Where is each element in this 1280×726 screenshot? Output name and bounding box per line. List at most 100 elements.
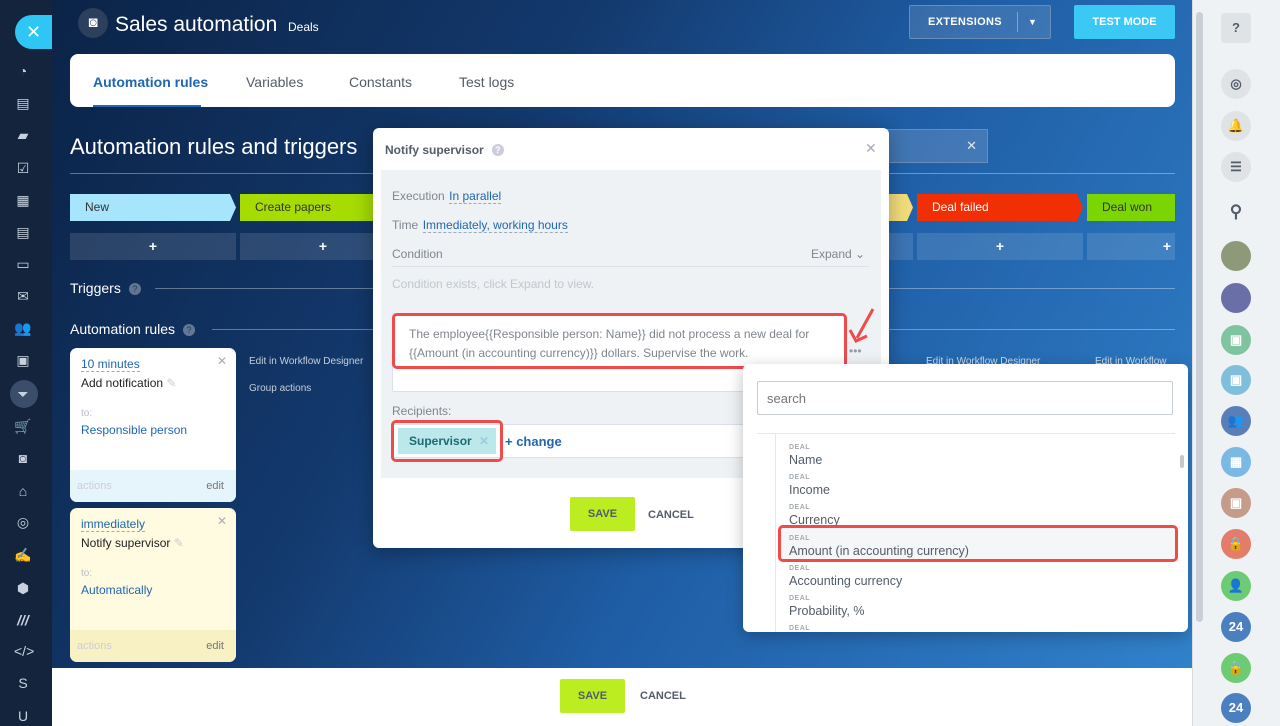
close-icon[interactable]: ✕ xyxy=(865,140,877,157)
tab-test-logs[interactable]: Test logs xyxy=(459,74,514,90)
field-item[interactable]: DEAL Income xyxy=(789,469,1169,499)
group-actions-link[interactable]: Group actions xyxy=(249,383,311,394)
tab-constants[interactable]: Constants xyxy=(349,74,412,90)
test-mode-button[interactable]: TEST MODE xyxy=(1074,5,1175,39)
close-icon[interactable]: ✕ xyxy=(217,514,227,528)
feed-icon[interactable]: ▤ xyxy=(14,94,32,112)
pencil-icon[interactable]: ✎ xyxy=(174,536,184,550)
edit-link[interactable]: edit xyxy=(206,480,224,492)
open-channels-icon[interactable]: ◎ xyxy=(1221,69,1251,99)
pencil-icon[interactable]: ✎ xyxy=(166,376,176,390)
avatar[interactable] xyxy=(1221,241,1251,271)
lock-icon[interactable]: 🔒 xyxy=(1221,529,1251,559)
field-item-selected[interactable]: DEAL Amount (in accounting currency) xyxy=(789,530,1169,560)
message-text[interactable]: The employee{{Responsible person: Name}}… xyxy=(392,313,847,369)
page-title: Automation rules and triggers xyxy=(70,134,358,159)
chat-icon[interactable]: ☰ xyxy=(1221,152,1251,182)
save-button[interactable]: SAVE xyxy=(560,679,625,713)
bell-icon[interactable]: 🔔 xyxy=(1221,111,1251,141)
card-to-label: to: xyxy=(81,408,93,419)
expand-button[interactable]: Expand ⌄ xyxy=(811,247,865,261)
crm-funnel-icon[interactable]: ⏷ xyxy=(14,385,32,403)
tasks-icon[interactable]: ☑ xyxy=(14,159,32,177)
robot-icon[interactable]: ◙ xyxy=(14,449,32,467)
user-icon[interactable]: 👤 xyxy=(1221,571,1251,601)
add-trigger-button[interactable]: + xyxy=(1087,233,1175,260)
sites-icon[interactable]: ◔ xyxy=(14,62,32,80)
scrollbar[interactable] xyxy=(1180,455,1184,468)
automation-card[interactable]: 10 minutes ✕ Add notification ✎ to: Resp… xyxy=(70,348,236,502)
bitrix24-badge[interactable]: 24 xyxy=(1221,693,1251,723)
tab-automation-rules[interactable]: Automation rules xyxy=(93,74,208,90)
field-picker-popup: DEALName DEALIncome DEALCurrency DEALAmo… xyxy=(743,364,1188,632)
s-letter-icon[interactable]: S xyxy=(14,674,32,692)
extensions-button[interactable]: EXTENSIONS ▼ xyxy=(909,5,1051,39)
execution-select[interactable]: In parallel xyxy=(449,189,502,204)
mail-icon[interactable]: ✉ xyxy=(14,287,32,305)
filter-field[interactable]: ✕ xyxy=(880,129,988,163)
card-to-label: to: xyxy=(81,568,93,579)
contact-card-icon[interactable]: ▣ xyxy=(1221,325,1251,355)
chevron-down-icon: ⌄ xyxy=(855,247,866,261)
chevron-down-icon[interactable]: ▼ xyxy=(1028,6,1037,38)
page-scrollbar[interactable] xyxy=(1196,12,1203,622)
recipient-tag[interactable]: Supervisor ✕ xyxy=(398,428,496,454)
field-item[interactable]: DEAL Name xyxy=(789,439,1169,469)
breadcrumb[interactable]: Deals xyxy=(288,20,319,34)
search-input[interactable] xyxy=(757,381,1173,415)
stage-deal-failed[interactable]: Deal failed xyxy=(917,194,1083,221)
remove-icon[interactable]: ✕ xyxy=(479,428,489,454)
chat-icon[interactable]: ▰ xyxy=(14,126,32,144)
field-label: Accounting currency xyxy=(789,574,903,588)
card-delay[interactable]: immediately xyxy=(81,517,146,532)
tab-variables[interactable]: Variables xyxy=(246,74,303,90)
add-trigger-button[interactable]: + xyxy=(917,233,1083,260)
close-slider-button[interactable]: ✕ xyxy=(15,15,52,49)
cancel-button[interactable]: CANCEL xyxy=(648,509,694,521)
field-item[interactable]: DEAL xyxy=(789,620,1169,632)
cancel-button[interactable]: CANCEL xyxy=(640,690,686,702)
add-trigger-button[interactable]: + xyxy=(70,233,236,260)
contact-card-icon[interactable]: ▣ xyxy=(1221,365,1251,395)
stage-deal-won[interactable]: Deal won xyxy=(1087,194,1175,221)
help-icon[interactable]: ? xyxy=(1221,13,1251,43)
card-delay[interactable]: 10 minutes xyxy=(81,357,140,372)
help-icon[interactable]: ? xyxy=(183,324,196,336)
store-icon[interactable]: ⌂ xyxy=(14,482,32,500)
clear-icon[interactable]: ✕ xyxy=(966,138,977,153)
time-select[interactable]: Immediately, working hours xyxy=(422,218,568,233)
sign-icon[interactable]: ✍ xyxy=(14,546,32,564)
drive-icon[interactable]: ▭ xyxy=(14,255,32,273)
lock-icon[interactable]: 🔒 xyxy=(1221,653,1251,683)
change-recipients-link[interactable]: + change xyxy=(505,434,562,449)
edit-in-designer-link[interactable]: Edit in Workflow Designer xyxy=(249,356,363,367)
automation-card[interactable]: immediately ✕ Notify supervisor ✎ to: Au… xyxy=(70,508,236,662)
help-icon[interactable]: ? xyxy=(491,144,504,156)
shop-cart-icon[interactable]: 🛒 xyxy=(14,417,32,435)
search-icon[interactable]: ⚲ xyxy=(1221,197,1251,227)
avatar[interactable] xyxy=(1221,283,1251,313)
stage-new[interactable]: New xyxy=(70,194,236,221)
close-icon[interactable]: ✕ xyxy=(217,354,227,368)
groups-icon[interactable]: 👥 xyxy=(14,319,32,337)
field-item[interactable]: DEAL Accounting currency xyxy=(789,560,1169,590)
calendar-icon[interactable]: ▦ xyxy=(14,191,32,209)
execution-label: Execution xyxy=(392,189,445,203)
docs-icon[interactable]: ▤ xyxy=(14,223,32,241)
edit-link[interactable]: edit xyxy=(206,640,224,652)
code-icon[interactable]: </> xyxy=(14,642,34,660)
save-button[interactable]: SAVE xyxy=(570,497,635,531)
marketplace-icon[interactable]: /// xyxy=(14,611,32,629)
contact-card-icon[interactable]: ▣ xyxy=(1221,488,1251,518)
contacts-icon[interactable]: ▣ xyxy=(14,351,32,369)
calendar-icon[interactable]: ▦ xyxy=(1221,447,1251,477)
target-icon[interactable]: ◎ xyxy=(14,513,32,531)
stage-create-papers[interactable]: Create papers xyxy=(240,194,380,221)
field-category: DEAL xyxy=(789,625,811,632)
box-icon[interactable]: ⬢ xyxy=(14,579,32,597)
group-chat-icon[interactable]: 👥 xyxy=(1221,406,1251,436)
bitrix24-badge[interactable]: 24 xyxy=(1221,612,1251,642)
help-icon[interactable]: ? xyxy=(128,283,141,295)
field-item[interactable]: DEAL Probability, % xyxy=(789,590,1169,620)
u-letter-icon[interactable]: U xyxy=(14,707,32,725)
